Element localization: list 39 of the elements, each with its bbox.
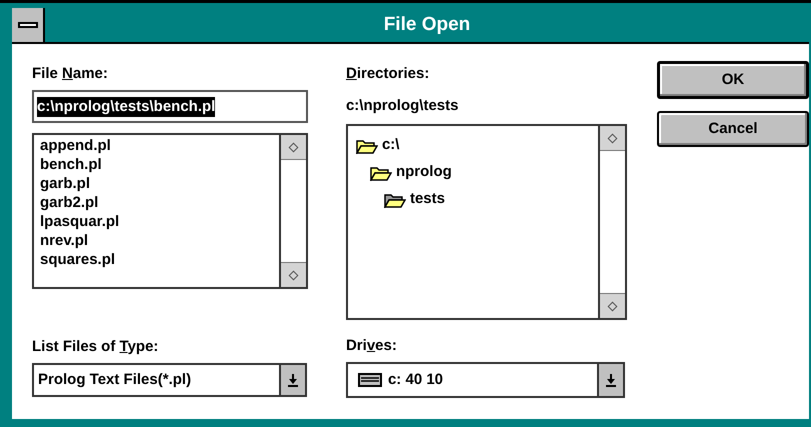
dropdown-value: Prolog Text Files(*.pl) [37, 370, 192, 390]
field-label: Drives: [346, 336, 398, 356]
folder-item[interactable]: c:\ [382, 134, 400, 157]
file-list[interactable]: append.pl bench.pl garb.pl garb2.pl lpasquar.pl nrev.pl squares.pl [32, 133, 308, 289]
drives-dropdown[interactable]: c: 40 10 [346, 362, 625, 398]
field-label: File Name: [32, 64, 109, 84]
scroll-thumb[interactable] [600, 293, 625, 318]
file-item[interactable]: lpasquar.pl [40, 212, 120, 231]
system-menu-button[interactable] [12, 8, 45, 42]
scroll-bar[interactable] [279, 135, 306, 287]
scroll-thumb[interactable] [281, 135, 306, 160]
dropdown-arrow-button[interactable] [279, 365, 305, 395]
directory-list[interactable]: c:\ nprolog tests [346, 124, 627, 320]
down-arrow-icon [288, 374, 298, 386]
field-value: c:\nprolog\tests\bench.pl [37, 96, 216, 116]
dropdown-arrow-button[interactable] [596, 364, 623, 396]
minus-icon [18, 22, 38, 28]
drive-icon [358, 373, 382, 387]
file-name-field[interactable]: c:\nprolog\tests\bench.pl [32, 90, 308, 123]
dropdown-value: c: 40 10 [388, 370, 444, 390]
folder-item[interactable]: nprolog [396, 161, 452, 184]
file-type-dropdown[interactable]: Prolog Text Files(*.pl) [32, 363, 307, 397]
file-item[interactable]: garb.pl [40, 174, 90, 193]
file-item[interactable]: bench.pl [40, 155, 102, 174]
window-title: File Open [382, 13, 472, 37]
current-path: c:\nprolog\tests [346, 96, 460, 116]
scroll-thumb[interactable] [600, 126, 625, 151]
file-item[interactable]: append.pl [40, 136, 111, 155]
file-item[interactable]: garb2.pl [40, 193, 98, 212]
dialog-button[interactable]: Cancel [657, 111, 809, 147]
scroll-thumb[interactable] [281, 262, 306, 287]
scroll-bar[interactable] [598, 126, 625, 318]
field-label: Directories: [346, 64, 430, 84]
file-item[interactable]: squares.pl [40, 250, 116, 269]
down-arrow-icon [606, 374, 616, 386]
folder-item[interactable]: tests [410, 188, 445, 211]
file-item[interactable]: nrev.pl [40, 231, 88, 250]
field-label: List Files of Type: [32, 337, 160, 357]
dialog-button[interactable]: OK [657, 61, 809, 99]
